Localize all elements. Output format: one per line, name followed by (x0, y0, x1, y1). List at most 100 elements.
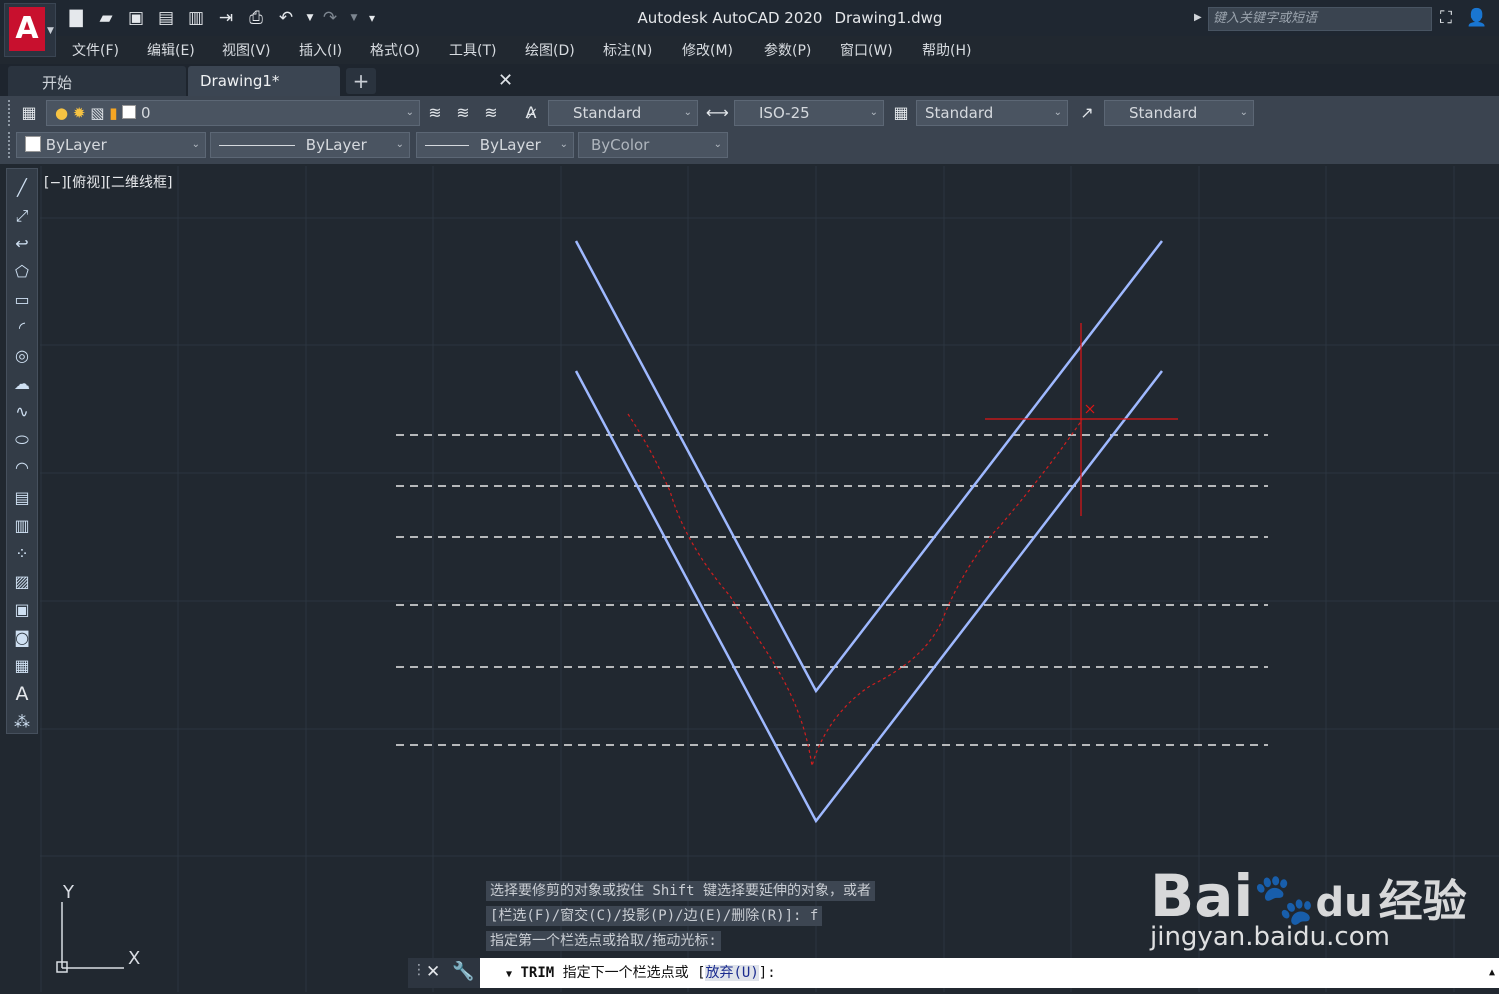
menu-help[interactable]: 帮助(H) (922, 40, 971, 60)
save-as-icon[interactable]: ▤ (156, 8, 176, 28)
redo-dropdown-icon[interactable]: ▼ (344, 8, 364, 28)
expand-search-icon[interactable]: ▶ (1194, 12, 1202, 23)
command-input[interactable]: ▼ TRIM 指定下一个栏选点或 [放弃(U)]: ▲ (480, 958, 1499, 988)
menu-draw[interactable]: 绘图(D) (525, 40, 575, 60)
redo-icon[interactable]: ↷ (320, 8, 340, 28)
draw-toolbar: ╱ ⤢ ↩ ⬠ ▭ ◜ ◎ ☁ ∿ ⬭ ◠ ▤ ▥ ⁘ ▨ ▣ ◙ ▦ A ⁂ (6, 168, 38, 734)
toolbar-grip[interactable] (8, 132, 14, 158)
menu-edit[interactable]: 编辑(E) (147, 40, 195, 60)
tab-drawing1[interactable]: Drawing1* ✕ (188, 66, 513, 96)
close-icon[interactable]: ✕ (426, 962, 440, 982)
save-icon[interactable]: ▣ (126, 8, 146, 28)
hatch-icon[interactable]: ▨ (7, 569, 37, 595)
ellipse-arc-icon[interactable]: ◠ (7, 455, 37, 481)
add-selected-icon[interactable]: ⁂ (7, 709, 37, 735)
menu-window[interactable]: 窗口(W) (840, 40, 893, 60)
window-title: Autodesk AutoCAD 2020 Drawing1.dwg (637, 9, 943, 27)
chevron-down-icon: ⌄ (683, 107, 692, 118)
revision-cloud-icon[interactable]: ☁ (7, 371, 37, 397)
menu-tools[interactable]: 工具(T) (449, 40, 496, 60)
undo-icon[interactable]: ↶ (276, 8, 296, 28)
color-dropdown[interactable]: ByLayer ⌄ (16, 132, 206, 158)
layer-dropdown[interactable]: ● ✹ ▧ ▮ 0 ⌄ (46, 100, 420, 126)
customize-toolbar-icon[interactable]: ▾ (362, 8, 382, 28)
chevron-down-icon: ⌄ (395, 139, 404, 150)
table-style-icon[interactable]: ▦ (890, 102, 912, 124)
menu-insert[interactable]: 插入(I) (299, 40, 342, 60)
new-file-icon[interactable]: ▇ (66, 8, 86, 28)
recent-commands-icon[interactable]: ▼ (480, 969, 512, 980)
table-style-dropdown[interactable]: Standard ⌄ (916, 100, 1068, 126)
plotstyle-dropdown[interactable]: ByColor ⌄ (578, 132, 728, 158)
lineweight-preview (425, 145, 469, 146)
spline-icon[interactable]: ∿ (7, 399, 37, 425)
menu-parameters[interactable]: 参数(P) (764, 40, 811, 60)
menu-file[interactable]: 文件(F) (72, 40, 119, 60)
dimension-style-icon[interactable]: ⟷ (706, 102, 729, 124)
menu-format[interactable]: 格式(O) (370, 40, 420, 60)
toolbar-grip[interactable] (8, 100, 14, 126)
paw-icon: 🐾 (1253, 870, 1316, 928)
ellipse-icon[interactable]: ⬭ (7, 427, 37, 453)
gradient-icon[interactable]: ▣ (7, 597, 37, 623)
lineweight-dropdown[interactable]: ByLayer ⌄ (416, 132, 574, 158)
command-history-line: 指定第一个栏选点或拾取/拖动光标: (486, 931, 721, 951)
polygon-icon[interactable]: ⬠ (7, 259, 37, 285)
save-to-web-icon[interactable]: ⇥ (216, 8, 236, 28)
dashed-lines[interactable] (396, 434, 1268, 746)
make-current-layer-icon[interactable]: ≋ (424, 102, 446, 124)
undo-dropdown-icon[interactable]: ▼ (300, 8, 320, 28)
open-from-web-icon[interactable]: ▥ (186, 8, 206, 28)
linetype-dropdown[interactable]: ByLayer ⌄ (210, 132, 410, 158)
multileader-style-icon[interactable]: ↗ (1076, 102, 1098, 124)
layer-name: 0 (141, 104, 151, 122)
arc-icon[interactable]: ◜ (7, 315, 37, 341)
command-history-toggle-icon[interactable]: ▲ (1489, 958, 1495, 988)
menu-view[interactable]: 视图(V) (222, 40, 271, 60)
open-folder-icon[interactable]: ▰ (96, 8, 116, 28)
construction-line-icon[interactable]: ⤢ (7, 203, 37, 229)
chevron-down-icon: ⌄ (405, 107, 414, 118)
tab-start[interactable]: 开始 (8, 66, 186, 96)
menu-dimension[interactable]: 标注(N) (603, 40, 652, 60)
grip-icon[interactable]: ⋮ (412, 962, 426, 978)
light-bulb-icon: ● (55, 104, 69, 122)
user-account-icon[interactable]: 👤 (1466, 8, 1487, 28)
text-style-dropdown[interactable]: Standard ⌄ (548, 100, 698, 126)
wrench-customize-icon[interactable]: 🔧 (452, 961, 474, 982)
region-icon[interactable]: ◙ (7, 625, 37, 651)
multiline-text-icon[interactable]: A (7, 681, 37, 707)
chevron-down-icon: ⌄ (713, 139, 722, 150)
chevron-down-icon: ⌄ (1239, 107, 1248, 118)
make-block-icon[interactable]: ▥ (7, 513, 37, 539)
line-icon[interactable]: ╱ (7, 175, 37, 201)
command-name: TRIM (520, 965, 555, 981)
dimension-style-dropdown[interactable]: ISO-25 ⌄ (734, 100, 884, 126)
new-tab-button[interactable]: + (346, 68, 376, 94)
text-style-icon[interactable]: A̷ (520, 102, 542, 124)
command-option-undo[interactable]: 放弃(U) (705, 965, 759, 981)
search-input[interactable]: 键入关键字或短语 (1208, 7, 1432, 31)
sun-freeze-icon: ✹ (72, 104, 86, 122)
table-icon[interactable]: ▦ (7, 653, 37, 679)
circle-icon[interactable]: ◎ (7, 343, 37, 369)
rectangle-icon[interactable]: ▭ (7, 287, 37, 313)
command-prompt: 指定下一个栏选点或 [ (562, 965, 706, 981)
multileader-style-dropdown[interactable]: Standard ⌄ (1104, 100, 1254, 126)
insert-block-icon[interactable]: ▤ (7, 485, 37, 511)
point-icon[interactable]: ⁘ (7, 541, 37, 567)
v-shape-polylines[interactable] (574, 240, 1163, 824)
chevron-down-icon: ⌄ (869, 107, 878, 118)
command-line-controls: ⋮ ✕ 🔧 (408, 958, 480, 988)
menu-modify[interactable]: 修改(M) (682, 40, 733, 60)
layer-properties-icon[interactable]: ▦ (18, 102, 40, 124)
layer-previous-icon[interactable]: ≋ (480, 102, 502, 124)
autocad-logo-icon: A (9, 7, 45, 51)
viewport-controls-label[interactable]: [−][俯视][二维线框] (44, 172, 173, 192)
polyline-icon[interactable]: ↩ (7, 231, 37, 257)
layer-match-icon[interactable]: ≋ (452, 102, 474, 124)
binoculars-icon[interactable]: ⛶ (1436, 8, 1456, 28)
application-menu-button[interactable]: A ▼ (4, 3, 56, 57)
close-icon[interactable]: ✕ (498, 70, 513, 91)
plot-printer-icon[interactable]: ⎙ (246, 8, 266, 28)
